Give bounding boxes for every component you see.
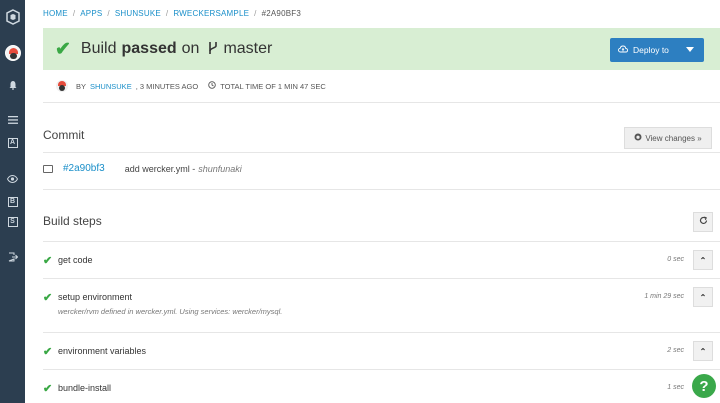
commit-row: #2a90bf3 add wercker.yml - shunfunaki — [43, 163, 242, 174]
step-duration: 2 sec — [667, 347, 684, 354]
divider — [43, 102, 720, 103]
box-s-icon[interactable]: S — [0, 215, 25, 229]
step-name: environment variables — [58, 346, 147, 356]
step-name: bundle-install — [58, 383, 112, 393]
deploy-button[interactable]: Deploy to — [610, 38, 704, 62]
clock-icon — [208, 81, 216, 91]
collapse-toggle-button[interactable]: ⌃ — [693, 287, 713, 307]
chevron-down-icon[interactable] — [686, 47, 694, 52]
step-name: get code — [58, 255, 93, 265]
divider — [43, 369, 720, 370]
build-status-banner: ✔ Build passed on master Deploy to — [43, 28, 720, 70]
collapse-toggle-button[interactable]: ⌃ — [693, 341, 713, 361]
branch-icon — [208, 41, 218, 58]
meta-total-time: TOTAL TIME OF 1 MIN 47 SEC — [220, 81, 326, 91]
branch-name[interactable]: master — [223, 40, 272, 58]
menu-icon[interactable] — [0, 113, 25, 127]
check-icon: ✔ — [55, 38, 71, 60]
divider — [43, 278, 720, 279]
logo-icon[interactable] — [0, 8, 25, 26]
divider — [43, 152, 720, 153]
author-avatar — [56, 80, 68, 92]
breadcrumb-separator: / — [72, 9, 76, 18]
avatar[interactable] — [0, 43, 25, 63]
meta-time-ago: , 3 MINUTES AGO — [135, 81, 199, 91]
check-icon: ✔ — [43, 346, 53, 358]
bell-icon[interactable] — [0, 78, 25, 92]
check-icon: ✔ — [43, 255, 53, 267]
help-button[interactable]: ? — [692, 374, 716, 398]
github-icon — [634, 133, 642, 143]
box-a-icon[interactable]: A — [0, 136, 25, 150]
step-duration: 1 sec — [667, 384, 684, 391]
commit-heading: Commit — [43, 128, 85, 142]
sidebar: A B S — [0, 0, 25, 403]
step-description: wercker/rvm defined in wercker.yml. Usin… — [58, 307, 283, 316]
breadcrumb-apps[interactable]: APPS — [80, 9, 102, 18]
collapse-toggle-button[interactable]: ⌃ — [693, 250, 713, 270]
breadcrumb-separator: / — [107, 9, 110, 18]
view-changes-button[interactable]: View changes » — [624, 127, 712, 149]
commit-author: shunfunaki — [198, 163, 242, 174]
step-duration: 1 min 29 sec — [644, 293, 684, 300]
refresh-button[interactable] — [693, 212, 713, 232]
build-steps-heading: Build steps — [43, 214, 102, 228]
divider — [43, 332, 720, 333]
build-title-prefix: Build — [80, 40, 117, 57]
author-link[interactable]: SHUNSUKE — [90, 82, 132, 91]
cloud-upload-icon — [618, 45, 628, 55]
divider — [43, 241, 720, 242]
build-title-on: on — [181, 40, 200, 57]
breadcrumb: HOME / APPS / SHUNSUKE / RWECKERSAMPLE /… — [43, 9, 301, 18]
commit-hash-link[interactable]: #2a90bf3 — [63, 163, 105, 174]
breadcrumb-separator: / — [254, 9, 257, 18]
comment-icon — [43, 164, 53, 173]
breadcrumb-separator: / — [165, 9, 169, 18]
view-changes-label: View changes » — [645, 133, 702, 143]
box-b-icon[interactable]: B — [0, 195, 25, 209]
breadcrumb-user[interactable]: SHUNSUKE — [115, 9, 161, 18]
check-icon: ✔ — [43, 292, 53, 304]
refresh-icon — [699, 216, 708, 228]
deploy-label: Deploy to — [633, 45, 669, 55]
breadcrumb-app[interactable]: RWECKERSAMPLE — [173, 9, 249, 18]
build-meta: BY SHUNSUKE , 3 MINUTES AGO TOTAL TIME O… — [56, 80, 326, 92]
meta-by: BY — [76, 81, 87, 91]
step-name: setup environment — [58, 292, 133, 302]
commit-message: add wercker.yml - — [124, 163, 196, 174]
build-status: passed — [121, 40, 177, 57]
build-title: Build passed on master — [81, 40, 272, 58]
main-content: HOME / APPS / SHUNSUKE / RWECKERSAMPLE /… — [25, 0, 720, 403]
step-duration: 0 sec — [667, 256, 684, 263]
exit-icon[interactable] — [0, 250, 25, 264]
check-icon: ✔ — [43, 383, 53, 395]
divider — [43, 189, 720, 190]
eye-icon[interactable] — [0, 172, 25, 186]
breadcrumb-home[interactable]: HOME — [43, 9, 68, 18]
breadcrumb-current: #2A90BF3 — [261, 9, 301, 18]
